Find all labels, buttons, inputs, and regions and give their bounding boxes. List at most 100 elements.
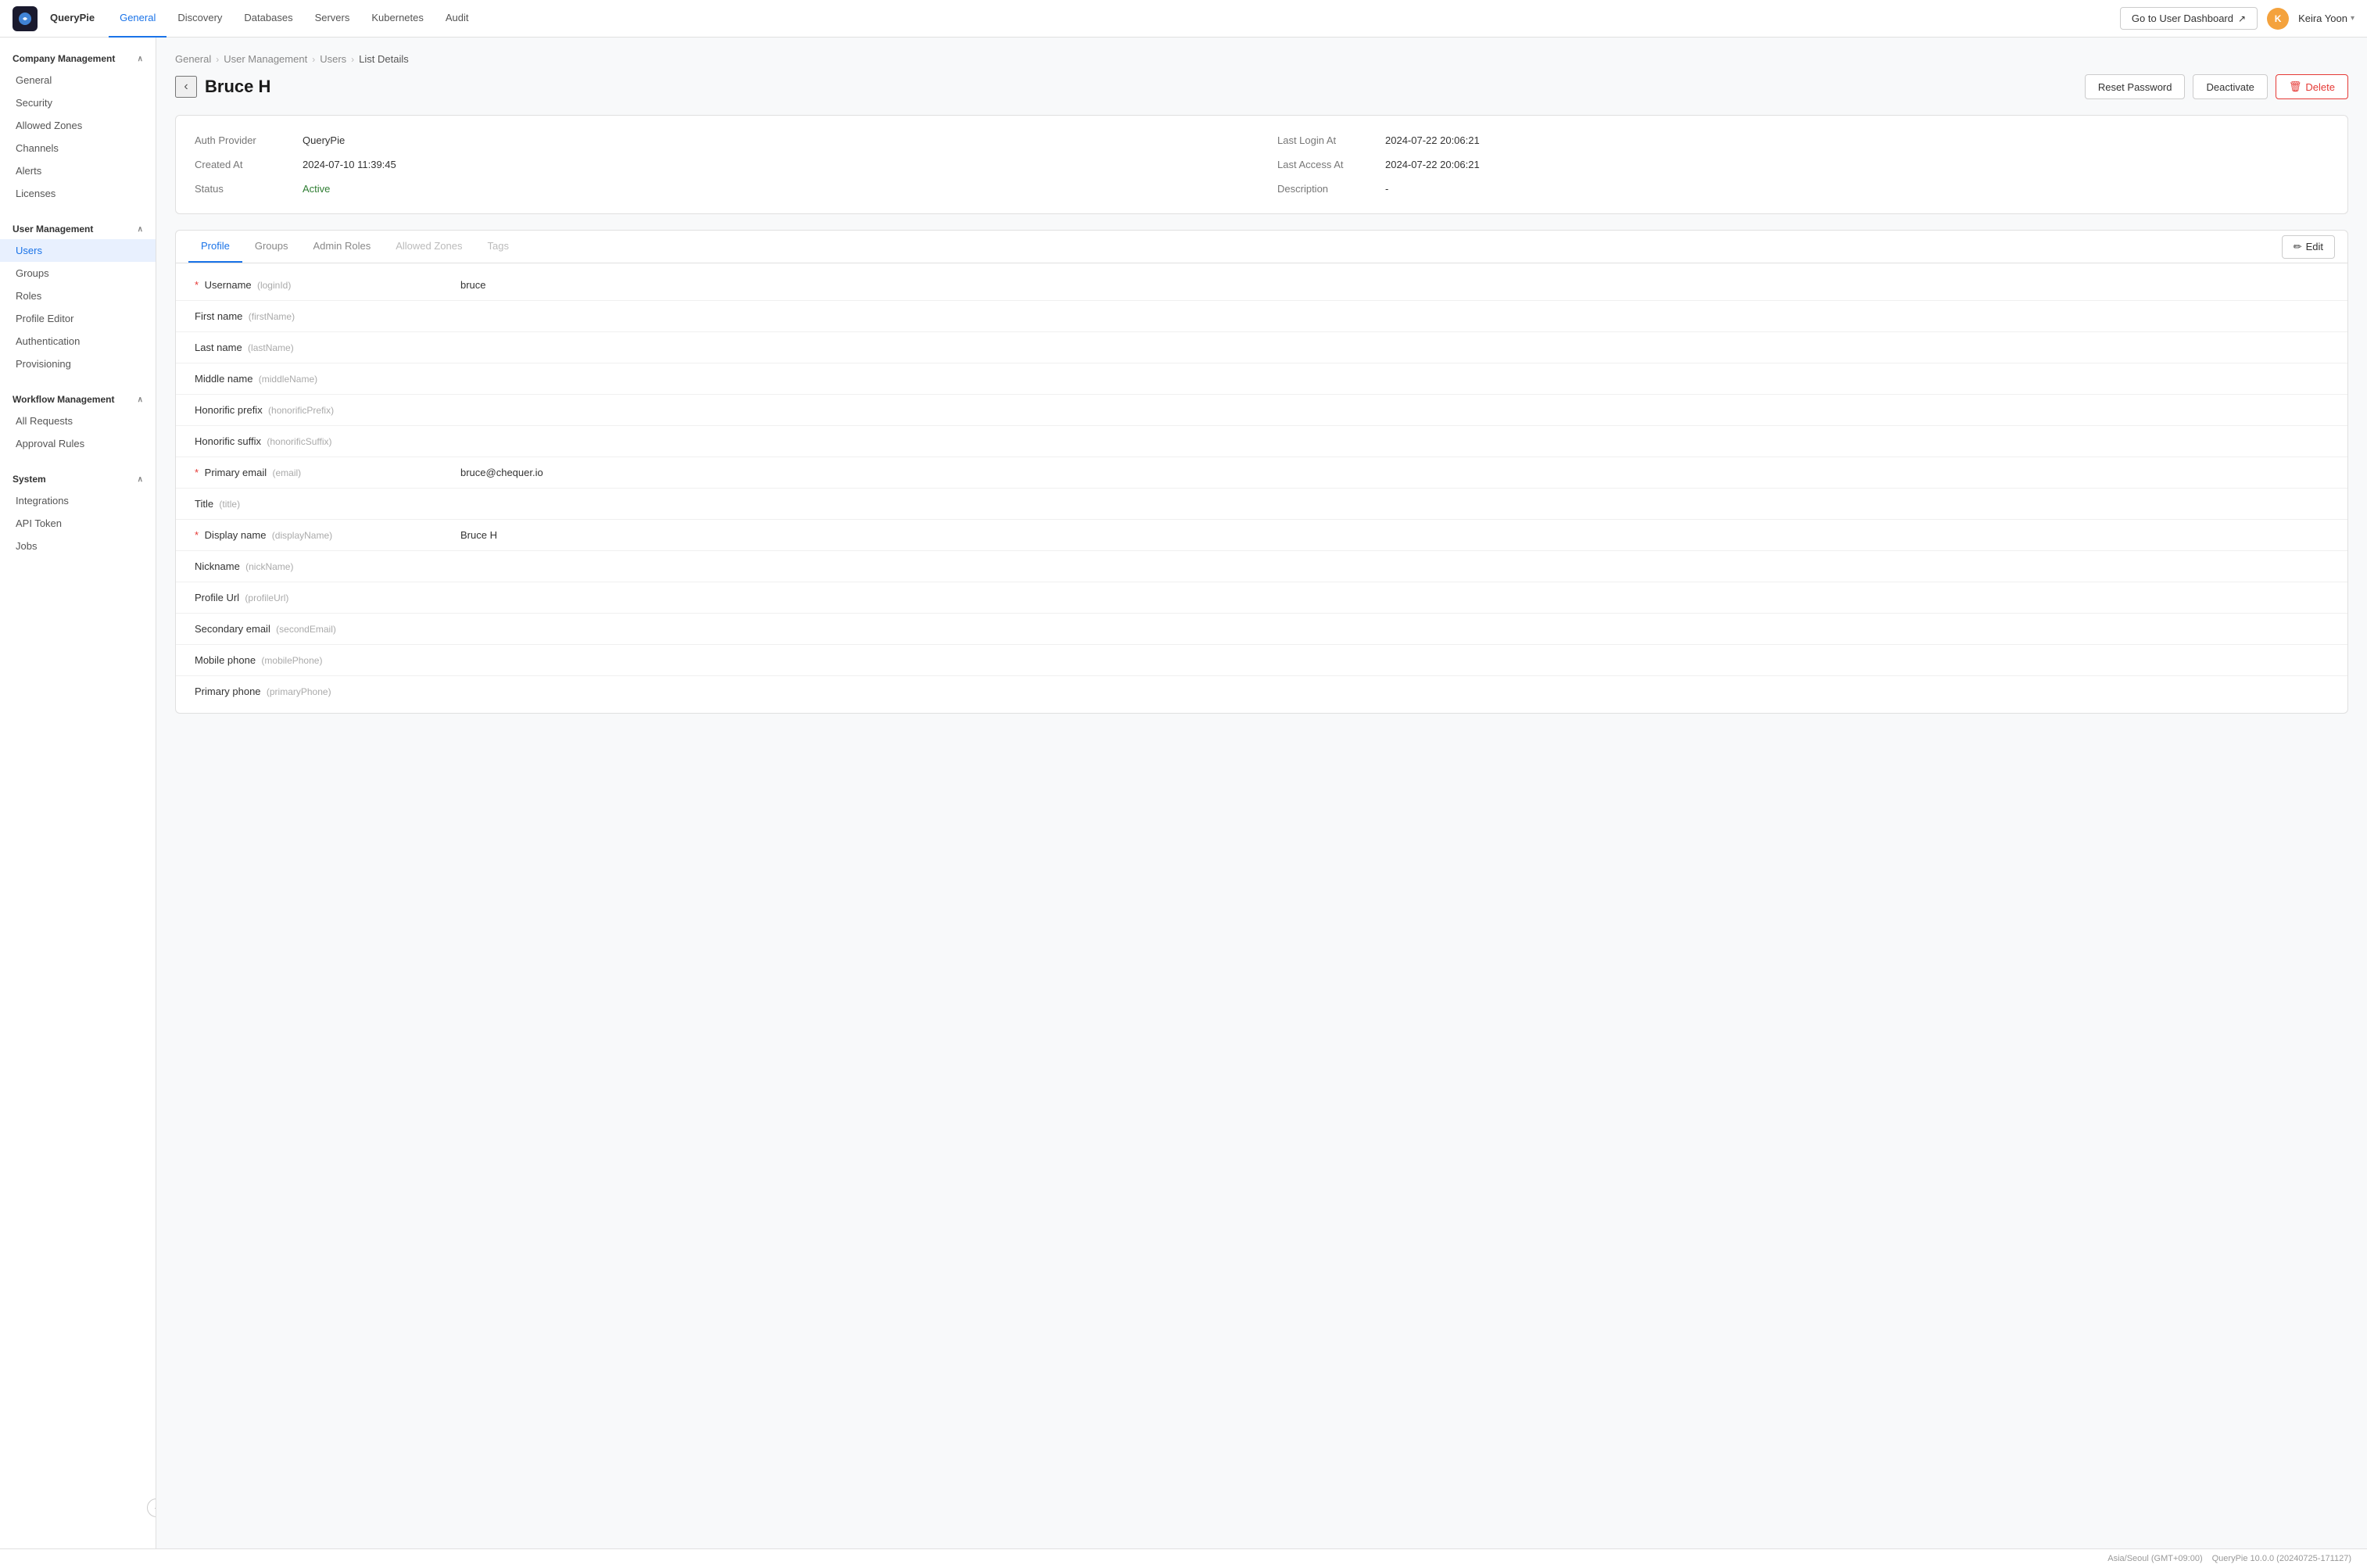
field-name: Username [205, 279, 252, 291]
sidebar-item-authentication[interactable]: Authentication [0, 330, 156, 353]
sidebar-item-users[interactable]: Users [0, 239, 156, 262]
field-key: (firstName) [245, 311, 295, 322]
sidebar-section-3: System∧IntegrationsAPI TokenJobs [0, 458, 156, 560]
nav-item-databases[interactable]: Databases [233, 0, 303, 38]
tabs-container: Profile Groups Admin Roles Allowed Zones… [175, 230, 2348, 714]
sidebar-item-profile-editor[interactable]: Profile Editor [0, 307, 156, 330]
breadcrumb-users[interactable]: Users [320, 53, 346, 65]
profile-field-row: Nickname (nickName) [176, 551, 2347, 582]
sidebar-item-alerts[interactable]: Alerts [0, 159, 156, 182]
tab-groups[interactable]: Groups [242, 231, 301, 263]
sidebar-item-licenses[interactable]: Licenses [0, 182, 156, 205]
field-key: (middleName) [256, 374, 317, 385]
info-row-auth-provider: Auth Provider QueryPie [195, 131, 1246, 149]
back-button[interactable]: ‹ [175, 76, 197, 98]
profile-field-row: Last name (lastName) [176, 332, 2347, 363]
sidebar-item-groups[interactable]: Groups [0, 262, 156, 285]
profile-field-row: * Username (loginId)bruce [176, 270, 2347, 301]
nav-item-general[interactable]: General [109, 0, 167, 38]
nav-item-servers[interactable]: Servers [304, 0, 361, 38]
page-title-wrap: ‹ Bruce H [175, 76, 270, 98]
sidebar-item-general[interactable]: General [0, 69, 156, 91]
sidebar-item-roles[interactable]: Roles [0, 285, 156, 307]
sidebar-item-allowed-zones[interactable]: Allowed Zones [0, 114, 156, 137]
sidebar-section-header-3[interactable]: System∧ [0, 471, 156, 489]
sidebar-item-approval-rules[interactable]: Approval Rules [0, 432, 156, 455]
main-layout: Company Management∧GeneralSecurityAllowe… [0, 38, 2367, 1548]
tab-profile[interactable]: Profile [188, 231, 242, 263]
sidebar-item-integrations[interactable]: Integrations [0, 489, 156, 512]
main-content: General › User Management › Users › List… [156, 38, 2367, 1548]
field-name: Last name [195, 342, 242, 353]
field-value: bruce@chequer.io [460, 467, 543, 478]
deactivate-button[interactable]: Deactivate [2193, 74, 2267, 99]
page-header: ‹ Bruce H Reset Password Deactivate 🗑 De… [175, 74, 2348, 99]
sidebar-item-provisioning[interactable]: Provisioning [0, 353, 156, 375]
breadcrumb-current: List Details [359, 53, 409, 65]
tab-tags: Tags [474, 231, 521, 263]
chevron-icon: ∧ [138, 55, 143, 63]
reset-password-button[interactable]: Reset Password [2085, 74, 2186, 99]
profile-field-row: Honorific prefix (honorificPrefix) [176, 395, 2347, 426]
breadcrumb-user-management[interactable]: User Management [224, 53, 307, 65]
trash-icon: 🗑 [2289, 81, 2302, 93]
profile-field-row: Secondary email (secondEmail) [176, 614, 2347, 645]
field-name: Mobile phone [195, 654, 256, 666]
profile-field-row: Middle name (middleName) [176, 363, 2347, 395]
profile-field-row: * Primary email (email)bruce@chequer.io [176, 457, 2347, 489]
go-to-dashboard-button[interactable]: Go to User Dashboard ↗ [2120, 7, 2258, 30]
sidebar-item-api-token[interactable]: API Token [0, 512, 156, 535]
tab-admin-roles[interactable]: Admin Roles [301, 231, 384, 263]
chevron-down-icon: ▾ [2351, 14, 2354, 23]
chevron-icon: ∧ [138, 475, 143, 484]
sidebar-section-header-0[interactable]: Company Management∧ [0, 50, 156, 69]
sidebar-item-jobs[interactable]: Jobs [0, 535, 156, 557]
field-key: (honorificSuffix) [264, 436, 331, 447]
user-name-display[interactable]: Keira Yoon ▾ [2298, 13, 2354, 24]
external-link-icon: ↗ [2238, 13, 2246, 24]
footer-timezone: Asia/Seoul (GMT+09:00) [2107, 1554, 2202, 1563]
sidebar-item-channels[interactable]: Channels [0, 137, 156, 159]
field-name: Profile Url [195, 592, 239, 603]
sidebar-collapse-button[interactable]: ‹ [147, 1498, 156, 1517]
field-key: (loginId) [255, 280, 292, 291]
avatar: K [2267, 8, 2289, 30]
field-name: Title [195, 498, 213, 510]
info-row-status: Status Active [195, 180, 1246, 198]
breadcrumb-general[interactable]: General [175, 53, 211, 65]
tabs-header: Profile Groups Admin Roles Allowed Zones… [176, 231, 2347, 263]
field-name: Secondary email [195, 623, 270, 635]
info-row-last-access: Last Access At 2024-07-22 20:06:21 [1277, 156, 2329, 174]
sidebar-section-header-1[interactable]: User Management∧ [0, 220, 156, 239]
nav-item-audit[interactable]: Audit [435, 0, 480, 38]
required-indicator: * [195, 529, 202, 541]
header-actions: Reset Password Deactivate 🗑 Delete [2085, 74, 2348, 99]
info-card: Auth Provider QueryPie Last Login At 202… [175, 115, 2348, 214]
profile-field-row: First name (firstName) [176, 301, 2347, 332]
delete-button[interactable]: 🗑 Delete [2276, 74, 2348, 99]
info-row-description: Description - [1277, 180, 2329, 198]
sidebar: Company Management∧GeneralSecurityAllowe… [0, 38, 156, 1548]
sidebar-content: Company Management∧GeneralSecurityAllowe… [0, 38, 156, 560]
profile-field-row: Profile Url (profileUrl) [176, 582, 2347, 614]
sidebar-item-security[interactable]: Security [0, 91, 156, 114]
field-name: Middle name [195, 373, 252, 385]
sidebar-section-header-2[interactable]: Workflow Management∧ [0, 391, 156, 410]
tabs-list: Profile Groups Admin Roles Allowed Zones… [188, 231, 521, 263]
field-name: First name [195, 310, 242, 322]
edit-icon: ✏ [2294, 241, 2302, 253]
sidebar-item-all-requests[interactable]: All Requests [0, 410, 156, 432]
sidebar-section-1: User Management∧UsersGroupsRolesProfile … [0, 208, 156, 378]
nav-items: GeneralDiscoveryDatabasesServersKubernet… [109, 0, 479, 38]
field-name: Primary email [205, 467, 267, 478]
required-indicator: * [195, 467, 202, 478]
field-key: (primaryPhone) [264, 686, 331, 697]
field-name: Honorific suffix [195, 435, 261, 447]
footer: Asia/Seoul (GMT+09:00) QueryPie 10.0.0 (… [0, 1548, 2367, 1568]
nav-item-kubernetes[interactable]: Kubernetes [360, 0, 435, 38]
footer-version: QueryPie 10.0.0 (20240725-171127) [2212, 1554, 2351, 1563]
edit-button[interactable]: ✏ Edit [2282, 235, 2335, 259]
field-name: Primary phone [195, 686, 261, 697]
nav-item-discovery[interactable]: Discovery [167, 0, 233, 38]
top-nav: QueryPie GeneralDiscoveryDatabasesServer… [0, 0, 2367, 38]
